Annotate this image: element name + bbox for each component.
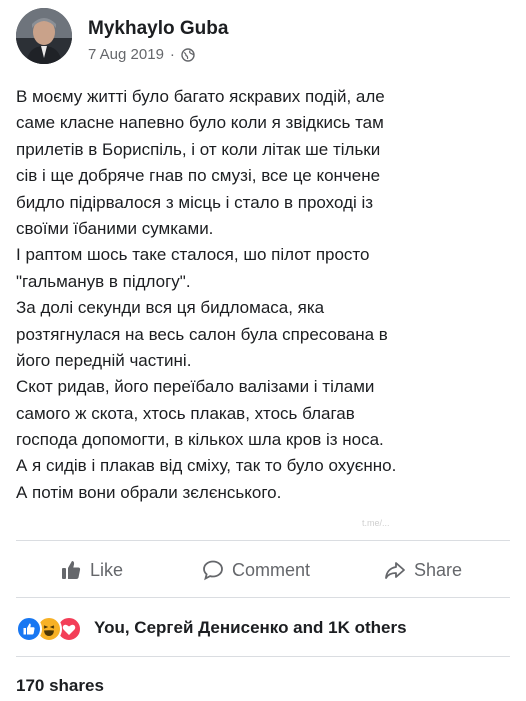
post-line: В моєму житті було багато яскравих подій… — [16, 87, 385, 106]
post-line: бидло підірвалося з місць і стало в прох… — [16, 192, 374, 212]
post-line: А потім вони обрали зєлєнського. — [16, 482, 282, 502]
post-line: І раптом шось таке сталося, шо пілот про… — [16, 245, 370, 265]
post-header: Mykhaylo Guba 7 Aug 2019 · — [16, 8, 496, 64]
post-meta: 7 Aug 2019 · — [88, 46, 195, 63]
comment-label: Comment — [232, 559, 311, 580]
post-body: В моєму житті було багато яскравих подій… — [16, 84, 510, 506]
post-line: його передній частині. — [16, 350, 192, 370]
post-actions-bar: Like Comment Share — [16, 545, 510, 595]
post-line: А я сидів і плакав від сміху, так то бул… — [16, 456, 397, 476]
meta-separator: · — [169, 46, 175, 63]
comment-button[interactable]: Comment — [202, 545, 310, 595]
post-line: Скот ридав, його переїбало валізами і ті… — [16, 377, 375, 397]
divider-middle — [16, 597, 510, 598]
reaction-icons — [16, 616, 86, 642]
comment-bubble-icon — [202, 559, 224, 581]
facebook-post-card: Mykhaylo Guba 7 Aug 2019 · В моєму житті… — [0, 0, 526, 701]
post-line: сів і ще добряче гнав по смузі, все це к… — [16, 166, 381, 186]
thumbs-up-icon — [60, 559, 82, 581]
reactions-summary[interactable]: You, Сергей Денисенко and 1K others — [16, 614, 407, 642]
share-arrow-icon — [384, 559, 406, 581]
post-date[interactable]: 7 Aug 2019 — [88, 46, 164, 63]
post-line: За долі секунди вся ця бидломаса, яка — [16, 298, 325, 318]
author-name[interactable]: Mykhaylo Guba — [88, 18, 228, 40]
like-label: Like — [90, 559, 124, 580]
share-button[interactable]: Share — [384, 545, 462, 595]
globe-icon — [181, 47, 195, 62]
watermark: t.me/... — [362, 518, 390, 528]
shares-count[interactable]: 170 shares — [16, 676, 104, 696]
post-line: саме класне напевно було коли я звідкись… — [16, 113, 384, 133]
post-line: прилетів в Бориспіль, і от коли літак ше… — [16, 139, 381, 159]
post-line: розтягнулася на весь салон була спресова… — [16, 324, 388, 344]
divider-top — [16, 540, 510, 541]
like-button[interactable]: Like — [60, 545, 123, 595]
post-line: господа допомогти, в кількох шла кров із… — [16, 430, 384, 450]
divider-bottom — [16, 656, 510, 657]
author-avatar[interactable] — [16, 8, 72, 64]
share-label: Share — [414, 559, 463, 580]
post-line: самого ж скота, хтось плакав, хтось благ… — [16, 403, 355, 423]
like-icon — [16, 616, 42, 642]
reactions-names: You, Сергей Денисенко and 1K others — [94, 618, 407, 637]
post-line: своїми їбаними сумками. — [16, 218, 214, 238]
avatar-photo — [16, 8, 72, 64]
post-line: "гальманув в підлогу". — [16, 271, 191, 291]
